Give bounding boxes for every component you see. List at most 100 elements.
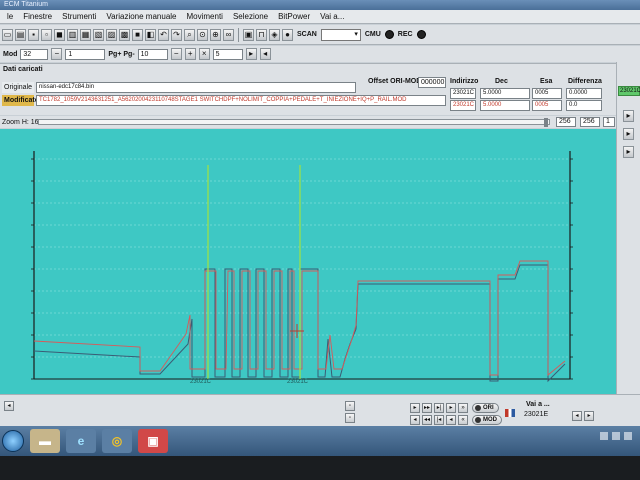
nav-back-icon[interactable]: ◂◂ <box>422 415 432 425</box>
goto-value[interactable]: 23021E <box>524 411 548 418</box>
tray-network-icon[interactable] <box>600 432 608 440</box>
internet-explorer-icon[interactable]: e <box>66 429 96 453</box>
monitor-icon[interactable]: ▣ <box>243 28 254 41</box>
lock-icon[interactable]: ⊓ <box>256 28 267 41</box>
cmu-label[interactable]: CMU <box>363 31 383 38</box>
menu-item-file[interactable]: le <box>2 10 18 24</box>
nav-forward-icon[interactable]: ▸▸ <box>422 403 432 413</box>
apply-icon[interactable]: ▸ <box>245 48 257 60</box>
tray-flag-icon[interactable] <box>624 432 632 440</box>
modified-file-field[interactable]: TC1782_1059V2143631251_A5620200423110748… <box>36 95 446 106</box>
offset-field[interactable]: 000000 <box>418 77 446 88</box>
mod-label: Mod <box>3 50 18 58</box>
nav-prev-icon[interactable]: ◂ <box>410 415 420 425</box>
hex-icon[interactable]: ■ <box>132 28 143 41</box>
nav-start-icon[interactable]: |◂ <box>434 415 444 425</box>
menu-item-tools[interactable]: Strumenti <box>57 10 101 24</box>
right-panel-value[interactable]: 23021C <box>618 86 640 96</box>
step-down-icon[interactable]: − <box>51 48 63 60</box>
main-toolbar: ▭ ▤ ▪ ▫ ◼ ▥ ▦ ▧ ▨ ▩ ■ ◧ ↶ ↷ ⌕ ⊙ ⊕ ∞ ▣ ⊓ … <box>0 25 640 45</box>
row1-dec[interactable]: 5.0000 <box>480 88 530 99</box>
ecm-app-icon[interactable]: ▣ <box>138 429 168 453</box>
graph-2d-icon[interactable]: ▨ <box>106 28 117 41</box>
row1-esa[interactable]: 0005 <box>532 88 562 99</box>
row1-indirizzo[interactable]: 23021C <box>450 88 476 99</box>
save-icon[interactable]: ▪ <box>28 28 39 41</box>
row2-dec[interactable]: 5.0000 <box>480 100 530 111</box>
graph-3d-icon[interactable]: ▩ <box>119 28 130 41</box>
menu-item-windows[interactable]: Finestre <box>18 10 57 24</box>
undo-icon[interactable]: ↶ <box>158 28 169 41</box>
search-icon[interactable]: ⊙ <box>197 28 208 41</box>
goto-label: Vai a ... <box>526 401 550 408</box>
save-as-icon[interactable]: ▫ <box>41 28 52 41</box>
goto-next-icon[interactable]: ▸ <box>584 411 594 421</box>
scroll-left-icon[interactable]: ◂ <box>4 401 14 411</box>
slider-marker-2-icon[interactable]: ▫ <box>345 413 355 423</box>
menu-item-bitpower[interactable]: BitPower <box>273 10 315 24</box>
minus-icon[interactable]: − <box>170 48 182 60</box>
nav-step-icon[interactable]: ▸ <box>446 403 456 413</box>
row1-differenza[interactable]: 0.0000 <box>566 88 602 99</box>
goto-button-icon[interactable]: ◂ <box>572 411 582 421</box>
row2-indirizzo[interactable]: 23021C <box>450 100 476 111</box>
redo-icon[interactable]: ↷ <box>171 28 182 41</box>
nav-jump-icon[interactable]: » <box>458 403 468 413</box>
step-input[interactable]: 1 <box>65 48 106 60</box>
offset-label: Offset ORI-MOD <box>368 78 422 85</box>
menu-item-manual-variation[interactable]: Variazione manuale <box>101 10 181 24</box>
original-file-field[interactable]: nissan-edc17c84.bin <box>36 82 356 93</box>
multiply-icon[interactable]: × <box>198 48 210 60</box>
print-icon[interactable]: ▥ <box>67 28 78 41</box>
record-dot-icon[interactable]: ● <box>282 28 293 41</box>
menu-item-movements[interactable]: Movimenti <box>182 10 228 24</box>
find-icon[interactable]: ⊕ <box>210 28 221 41</box>
menu-item-goto[interactable]: Vai a... <box>315 10 349 24</box>
cmu-indicator-icon <box>384 30 394 39</box>
n-input[interactable]: 5 <box>212 48 243 60</box>
page-label: Pg+ Pg- <box>108 50 135 58</box>
start-button-icon[interactable] <box>2 430 24 452</box>
file-explorer-icon[interactable]: ▬ <box>30 429 60 453</box>
row2-differenza[interactable]: 0.0 <box>566 100 602 111</box>
open-file-icon[interactable]: ▤ <box>15 28 26 41</box>
plus-icon[interactable]: + <box>184 48 196 60</box>
zoom-icon[interactable]: ⌕ <box>184 28 195 41</box>
checksum-icon[interactable]: ◼ <box>54 28 65 41</box>
map-graph[interactable]: 23021C 23021C <box>0 129 616 394</box>
binoculars-icon[interactable]: ∞ <box>223 28 234 41</box>
open-icon[interactable]: ▭ <box>2 28 13 41</box>
nav-step-back-icon[interactable]: ◂ <box>446 415 456 425</box>
ori-toggle[interactable]: ORI <box>472 403 499 413</box>
slider-marker-icon[interactable]: ▫ <box>345 401 355 411</box>
nav-end-icon[interactable]: ▸| <box>434 403 444 413</box>
scan-select[interactable] <box>320 28 361 41</box>
row2-esa[interactable]: 0005 <box>532 100 562 111</box>
compare-icon[interactable]: ◧ <box>145 28 156 41</box>
zoom-value-a[interactable]: 256 <box>556 117 576 127</box>
rec-label[interactable]: REC <box>396 31 415 38</box>
page-input[interactable]: 10 <box>137 48 168 60</box>
right-panel-button-1[interactable]: ▸ <box>623 110 634 122</box>
scan-label[interactable]: SCAN <box>295 31 319 38</box>
menu-item-selection[interactable]: Selezione <box>228 10 273 24</box>
ecu-icon[interactable]: ◈ <box>269 28 280 41</box>
mod-toggle[interactable]: MOD <box>472 415 502 425</box>
tray-volume-icon[interactable] <box>612 432 620 440</box>
map-icon[interactable]: ▧ <box>93 28 104 41</box>
nav-jump-back-icon[interactable]: « <box>458 415 468 425</box>
chrome-icon[interactable]: ◎ <box>102 429 132 453</box>
zoom-slider[interactable] <box>38 118 550 127</box>
nav-next-icon[interactable]: ▸ <box>410 403 420 413</box>
right-panel-button-3[interactable]: ▸ <box>623 146 634 158</box>
toolbar-divider <box>238 27 239 42</box>
zoom-slider-handle[interactable] <box>544 118 548 127</box>
zoom-value-b[interactable]: 256 <box>580 117 600 127</box>
right-panel-button-2[interactable]: ▸ <box>623 128 634 140</box>
reset-icon[interactable]: ◂ <box>259 48 271 60</box>
zoom-value-c[interactable]: 1 <box>603 117 615 127</box>
mod-input[interactable]: 32 <box>20 48 49 60</box>
zoom-bar: Zoom H: 16 256 256 1 <box>0 116 640 128</box>
graph-canvas[interactable] <box>0 129 616 394</box>
table-icon[interactable]: ▦ <box>80 28 91 41</box>
